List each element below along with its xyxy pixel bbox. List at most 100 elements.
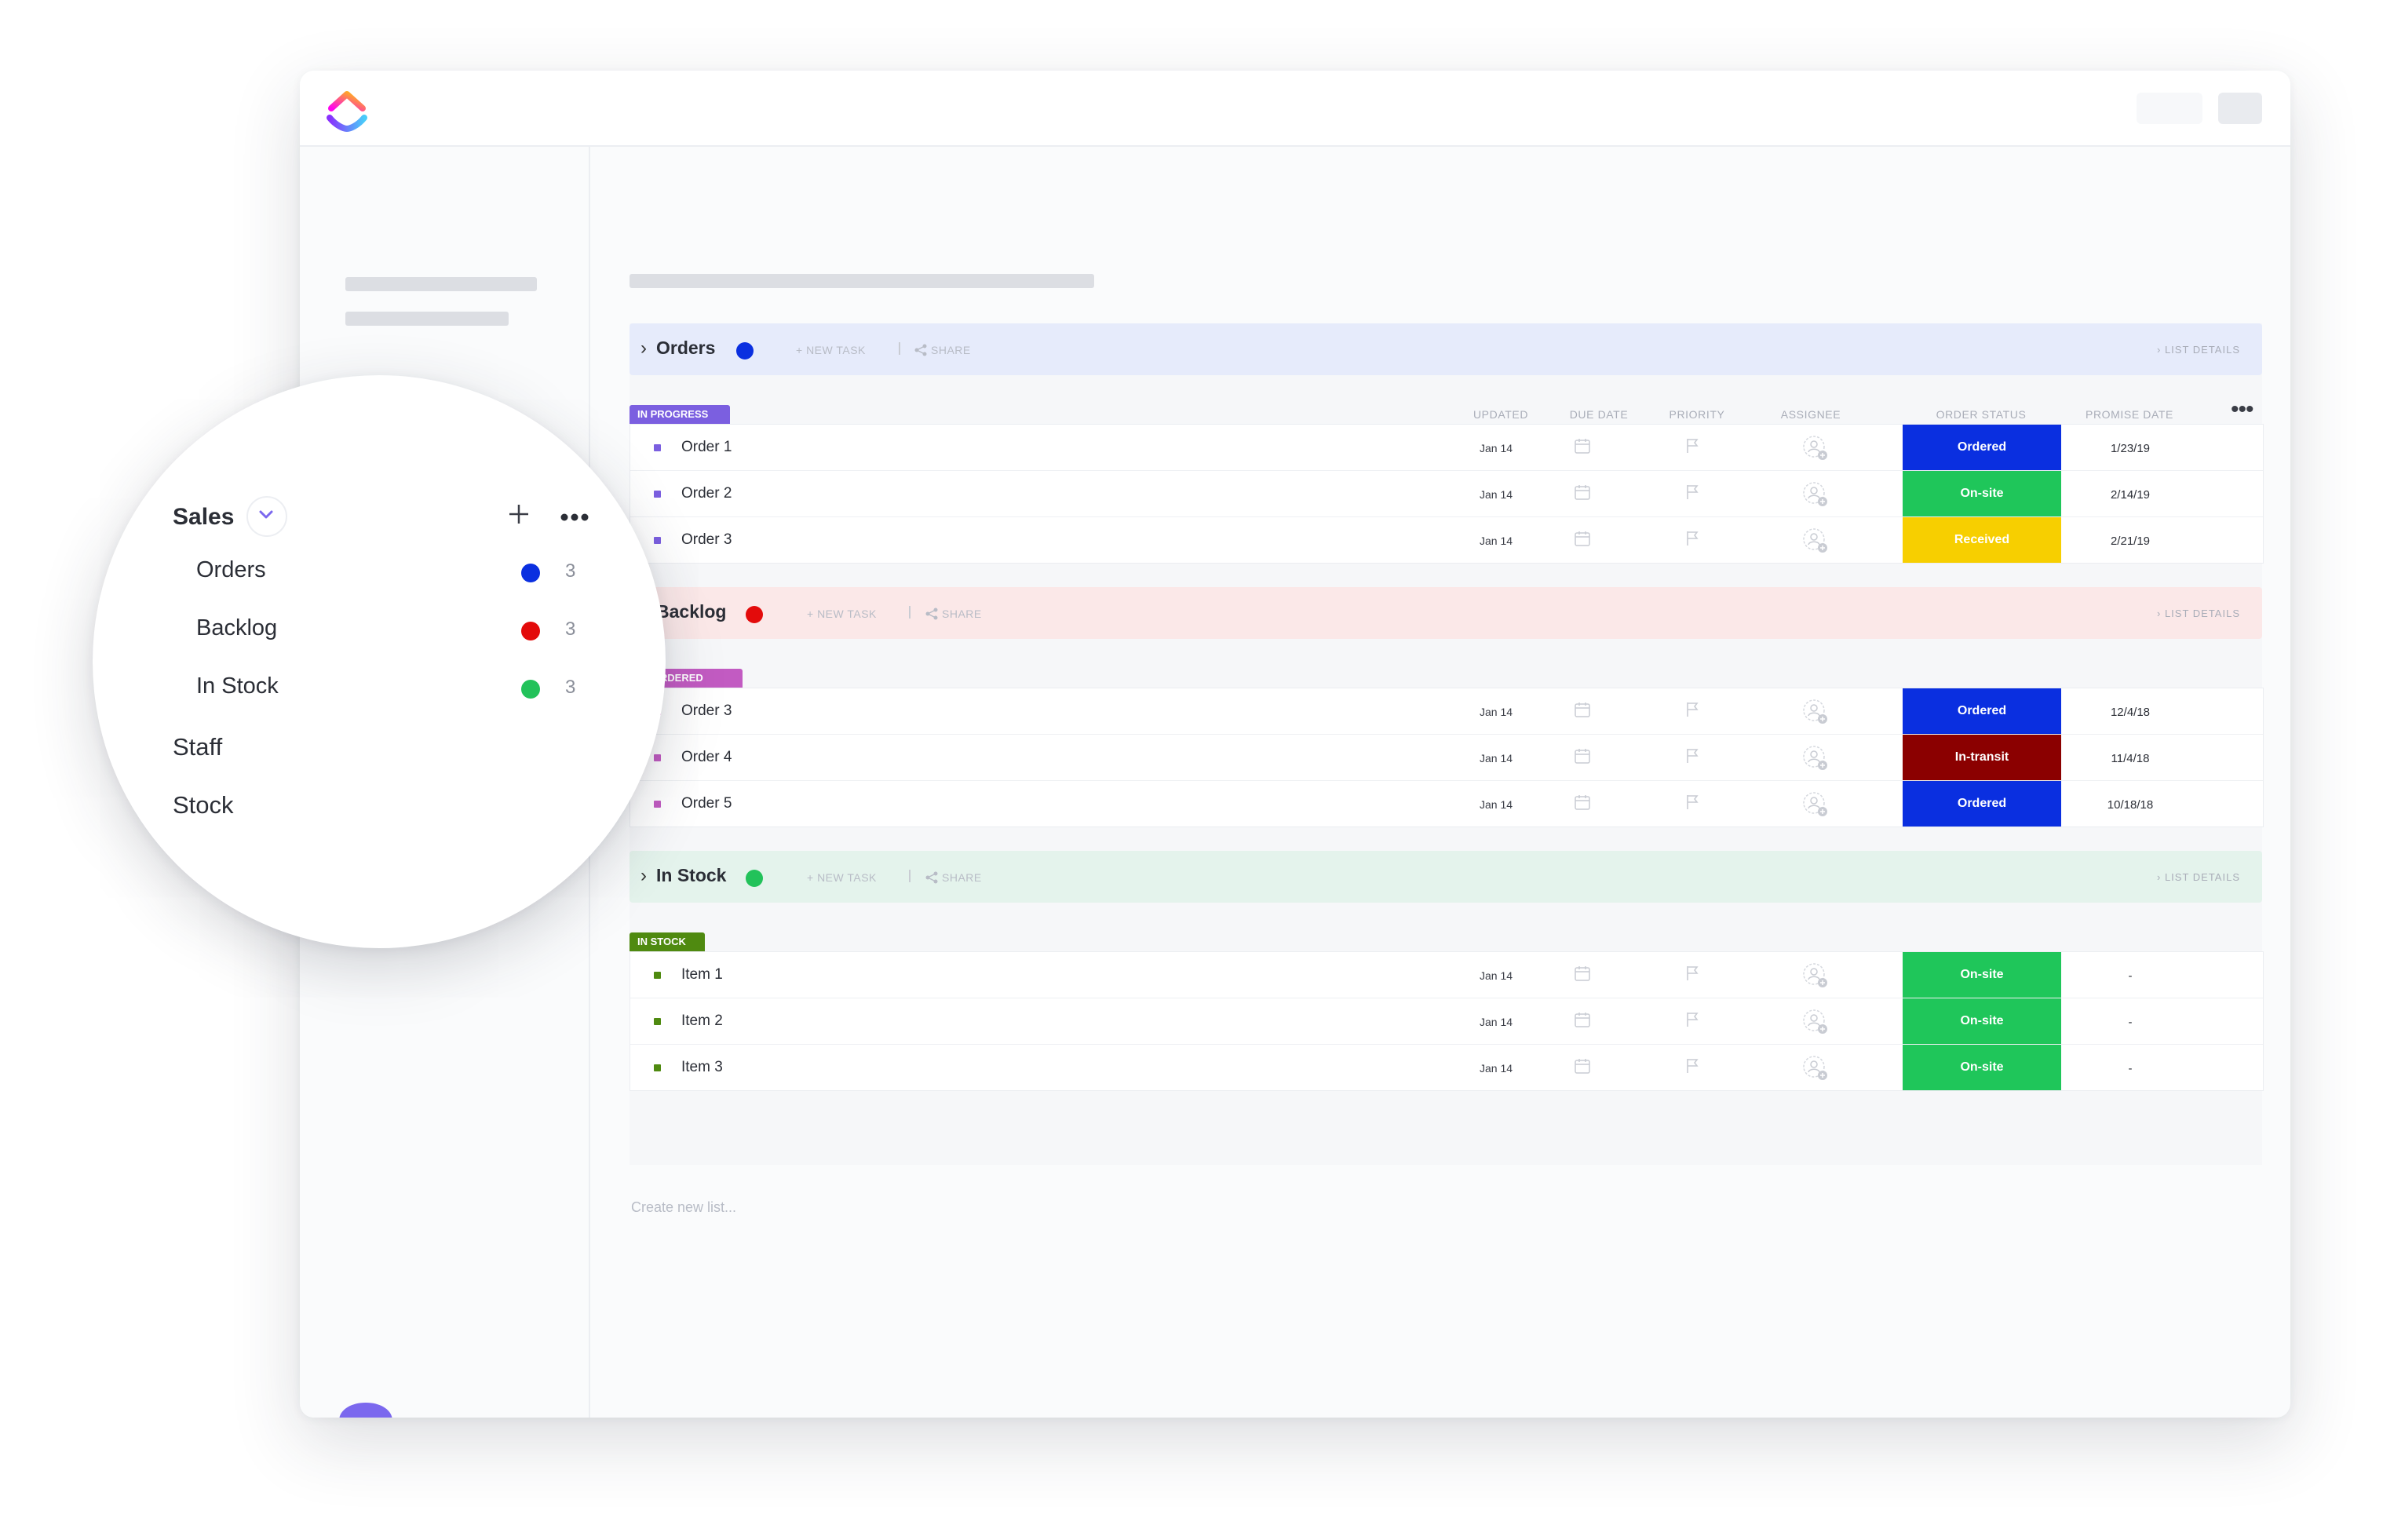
column-header-priority[interactable]: PRIORITY xyxy=(1650,408,1744,421)
add-assignee-icon[interactable] xyxy=(1801,434,1830,462)
order-status-badge[interactable]: Ordered xyxy=(1903,781,2061,827)
group-name[interactable]: Backlog xyxy=(656,601,726,622)
promise-date[interactable]: 11/4/18 xyxy=(2071,752,2189,765)
flag-icon[interactable] xyxy=(1685,1011,1699,1028)
space-name[interactable]: Sales xyxy=(173,504,234,531)
promise-date[interactable]: - xyxy=(2071,969,2189,983)
order-status-badge[interactable]: Ordered xyxy=(1903,425,2061,470)
promise-date[interactable]: 1/23/19 xyxy=(2071,442,2189,455)
table-row[interactable]: Order 3 Jan 14 Ordered 12/4/18 xyxy=(630,688,2263,735)
order-status-badge[interactable]: On-site xyxy=(1903,471,2061,516)
flag-icon[interactable] xyxy=(1685,437,1699,454)
new-task-button[interactable]: + NEW TASK xyxy=(807,871,877,884)
table-row[interactable]: Order 4 Jan 14 In-transit 11/4/18 xyxy=(630,735,2263,781)
column-header-order-status[interactable]: ORDER STATUS xyxy=(1902,408,2060,421)
task-name[interactable]: Item 1 xyxy=(681,966,723,983)
share-icon[interactable] xyxy=(925,607,939,621)
share-icon[interactable] xyxy=(925,870,939,885)
share-button[interactable]: SHARE xyxy=(942,871,982,884)
chevron-right-icon[interactable]: › xyxy=(640,867,655,885)
list-details-button[interactable]: › LIST DETAILS xyxy=(2157,608,2240,619)
calendar-icon[interactable] xyxy=(1574,965,1591,982)
add-assignee-icon[interactable] xyxy=(1801,962,1830,990)
task-name[interactable]: Item 3 xyxy=(681,1059,723,1076)
promise-date[interactable]: 12/4/18 xyxy=(2071,706,2189,719)
order-status-badge[interactable]: On-site xyxy=(1903,1045,2061,1090)
promise-date[interactable]: - xyxy=(2071,1062,2189,1075)
add-assignee-icon[interactable] xyxy=(1801,1008,1830,1036)
flag-icon[interactable] xyxy=(1685,701,1699,718)
new-task-button[interactable]: + NEW TASK xyxy=(796,344,866,356)
promise-date[interactable]: - xyxy=(2071,1016,2189,1029)
toolbar-button[interactable] xyxy=(2218,93,2262,124)
order-status-badge[interactable]: On-site xyxy=(1903,952,2061,998)
order-status-badge[interactable]: Ordered xyxy=(1903,688,2061,734)
new-task-button[interactable]: + NEW TASK xyxy=(807,608,877,620)
plus-icon[interactable] xyxy=(507,502,531,526)
add-assignee-icon[interactable] xyxy=(1801,480,1830,509)
table-row[interactable]: Item 2 Jan 14 On-site - xyxy=(630,998,2263,1045)
group-name[interactable]: In Stock xyxy=(656,865,726,886)
table-row[interactable]: Order 5 Jan 14 Ordered 10/18/18 xyxy=(630,781,2263,827)
calendar-icon[interactable] xyxy=(1574,1057,1591,1075)
order-status-badge[interactable]: On-site xyxy=(1903,998,2061,1044)
flag-icon[interactable] xyxy=(1685,965,1699,982)
task-name[interactable]: Item 2 xyxy=(681,1013,723,1030)
flag-icon[interactable] xyxy=(1685,747,1699,765)
sidebar-folder-stock[interactable]: Stock xyxy=(173,791,234,819)
sidebar-list-backlog[interactable]: Backlog xyxy=(196,615,277,641)
flag-icon[interactable] xyxy=(1685,794,1699,811)
share-button[interactable]: SHARE xyxy=(931,344,971,356)
task-name[interactable]: Order 3 xyxy=(681,531,732,549)
sidebar-folder-staff[interactable]: Staff xyxy=(173,733,222,761)
add-assignee-icon[interactable] xyxy=(1801,744,1830,772)
sidebar-list-orders[interactable]: Orders xyxy=(196,557,266,583)
calendar-icon[interactable] xyxy=(1574,794,1591,811)
column-header-due-date[interactable]: DUE DATE xyxy=(1556,408,1642,421)
clickup-logo[interactable] xyxy=(323,85,370,135)
table-row[interactable]: Item 3 Jan 14 On-site - xyxy=(630,1045,2263,1090)
order-status-badge[interactable]: In-transit xyxy=(1903,735,2061,780)
calendar-icon[interactable] xyxy=(1574,747,1591,765)
add-assignee-icon[interactable] xyxy=(1801,698,1830,726)
toolbar-button[interactable] xyxy=(2137,93,2202,124)
flag-icon[interactable] xyxy=(1685,530,1699,547)
task-name[interactable]: Order 5 xyxy=(681,795,732,812)
group-name[interactable]: Orders xyxy=(656,338,715,359)
column-options-icon[interactable]: ••• xyxy=(2231,398,2253,421)
add-assignee-icon[interactable] xyxy=(1801,527,1830,555)
chevron-right-icon[interactable]: › xyxy=(640,339,655,358)
table-row[interactable]: Order 1 Jan 14 Ordered 1/23/19 xyxy=(630,425,2263,471)
calendar-icon[interactable] xyxy=(1574,701,1591,718)
calendar-icon[interactable] xyxy=(1574,1011,1591,1028)
share-button[interactable]: SHARE xyxy=(942,608,982,620)
calendar-icon[interactable] xyxy=(1574,484,1591,501)
flag-icon[interactable] xyxy=(1685,484,1699,501)
list-details-button[interactable]: › LIST DETAILS xyxy=(2157,344,2240,356)
column-header-updated[interactable]: UPDATED xyxy=(1462,408,1540,421)
table-row[interactable]: Item 1 Jan 14 On-site - xyxy=(630,952,2263,998)
task-name[interactable]: Order 4 xyxy=(681,749,732,766)
order-status-badge[interactable]: Received xyxy=(1903,517,2061,563)
sidebar-list-in-stock[interactable]: In Stock xyxy=(196,673,279,699)
task-name[interactable]: Order 1 xyxy=(681,439,732,456)
promise-date[interactable]: 2/14/19 xyxy=(2071,488,2189,502)
list-details-button[interactable]: › LIST DETAILS xyxy=(2157,871,2240,883)
calendar-icon[interactable] xyxy=(1574,437,1591,454)
task-name[interactable]: Order 2 xyxy=(681,485,732,502)
promise-date[interactable]: 2/21/19 xyxy=(2071,535,2189,548)
flag-icon[interactable] xyxy=(1685,1057,1699,1075)
column-header-assignee[interactable]: ASSIGNEE xyxy=(1760,408,1862,421)
table-row[interactable]: Order 2 Jan 14 On-site 2/14/19 xyxy=(630,471,2263,517)
share-icon[interactable] xyxy=(914,343,928,357)
space-collapse-button[interactable] xyxy=(246,496,287,537)
calendar-icon[interactable] xyxy=(1574,530,1591,547)
promise-date[interactable]: 10/18/18 xyxy=(2071,798,2189,812)
column-header-promise-date[interactable]: PROMISE DATE xyxy=(2071,408,2188,421)
task-name[interactable]: Order 3 xyxy=(681,702,732,720)
add-assignee-icon[interactable] xyxy=(1801,1054,1830,1082)
create-new-list[interactable]: Create new list... xyxy=(631,1199,736,1216)
chat-bubble-icon[interactable] xyxy=(338,1400,394,1418)
table-row[interactable]: Order 3 Jan 14 Received 2/21/19 xyxy=(630,517,2263,563)
add-assignee-icon[interactable] xyxy=(1801,790,1830,819)
